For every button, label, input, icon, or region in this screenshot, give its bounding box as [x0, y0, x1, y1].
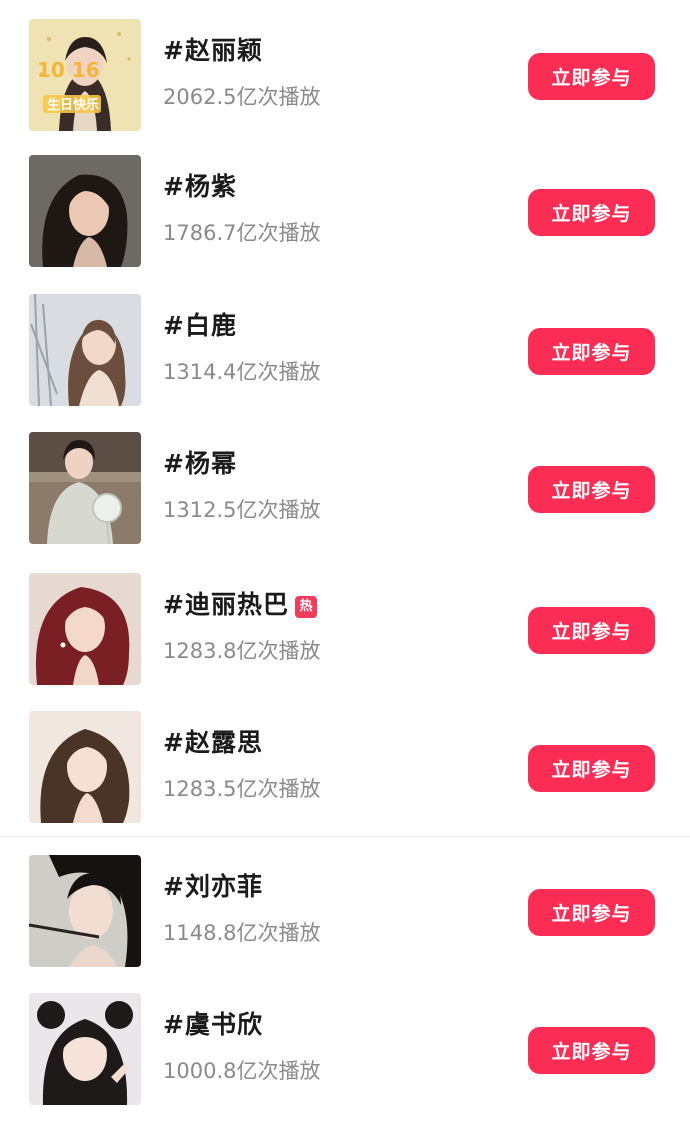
topic-row[interactable]: 10 16 生日快乐 #赵丽颖 2062.5亿次播放 立即参与 — [0, 19, 690, 159]
join-button[interactable]: 立即参与 — [528, 328, 655, 375]
topic-thumbnail[interactable] — [29, 711, 141, 823]
play-count: 1283.5亿次播放 — [163, 777, 321, 801]
topic-row[interactable]: #白鹿 1314.4亿次播放 立即参与 — [0, 294, 690, 434]
join-button[interactable]: 立即参与 — [528, 1027, 655, 1074]
topic-thumbnail[interactable] — [29, 993, 141, 1105]
topic-row[interactable]: #赵露思 1283.5亿次播放 立即参与 — [0, 711, 690, 851]
svg-text:生日快乐: 生日快乐 — [47, 97, 99, 113]
play-count: 1283.8亿次播放 — [163, 639, 321, 663]
topic-title[interactable]: #杨幂 — [163, 444, 237, 480]
portrait-image — [29, 573, 141, 685]
join-button[interactable]: 立即参与 — [528, 189, 655, 236]
topic-list: 10 16 生日快乐 #赵丽颖 2062.5亿次播放 立即参与 #杨紫 1786… — [0, 0, 690, 1105]
topic-title[interactable]: #刘亦菲 — [163, 867, 263, 903]
join-button[interactable]: 立即参与 — [528, 745, 655, 792]
play-count: 2062.5亿次播放 — [163, 85, 321, 109]
portrait-image — [29, 294, 141, 406]
join-button[interactable]: 立即参与 — [528, 466, 655, 513]
topic-thumbnail[interactable] — [29, 294, 141, 406]
play-count: 1314.4亿次播放 — [163, 360, 321, 384]
topic-title[interactable]: #赵丽颖 — [163, 31, 263, 67]
join-button[interactable]: 立即参与 — [528, 53, 655, 100]
portrait-image — [29, 855, 141, 967]
play-count: 1000.8亿次播放 — [163, 1059, 321, 1083]
topic-row[interactable]: #虞书欣 1000.8亿次播放 立即参与 — [0, 993, 690, 1133]
portrait-image — [29, 432, 141, 544]
hot-badge: 热 — [294, 596, 317, 618]
topic-thumbnail[interactable] — [29, 432, 141, 544]
portrait-image — [29, 993, 141, 1105]
topic-title[interactable]: #虞书欣 — [163, 1005, 263, 1041]
join-button[interactable]: 立即参与 — [528, 889, 655, 936]
topic-thumbnail[interactable] — [29, 855, 141, 967]
portrait-image — [29, 711, 141, 823]
portrait-image — [29, 155, 141, 267]
topic-title[interactable]: #白鹿 — [163, 306, 237, 342]
topic-title[interactable]: #杨紫 — [163, 167, 237, 203]
topic-title[interactable]: #赵露思 — [163, 723, 263, 759]
play-count: 1148.8亿次播放 — [163, 921, 321, 945]
topic-thumbnail[interactable] — [29, 155, 141, 267]
portrait-image: 10 16 生日快乐 — [29, 19, 141, 131]
topic-thumbnail[interactable] — [29, 573, 141, 685]
topic-title[interactable]: #迪丽热巴热 — [163, 585, 317, 621]
play-count: 1786.7亿次播放 — [163, 221, 321, 245]
topic-row[interactable]: #杨幂 1312.5亿次播放 立即参与 — [0, 432, 690, 572]
topic-row[interactable]: #迪丽热巴热 1283.8亿次播放 立即参与 — [0, 573, 690, 713]
play-count: 1312.5亿次播放 — [163, 498, 321, 522]
topic-row[interactable]: #刘亦菲 1148.8亿次播放 立即参与 — [0, 855, 690, 995]
join-button[interactable]: 立即参与 — [528, 607, 655, 654]
topic-thumbnail[interactable]: 10 16 生日快乐 — [29, 19, 141, 131]
svg-text:10 16: 10 16 — [37, 58, 100, 82]
topic-row[interactable]: #杨紫 1786.7亿次播放 立即参与 — [0, 155, 690, 295]
section-divider — [0, 836, 690, 837]
